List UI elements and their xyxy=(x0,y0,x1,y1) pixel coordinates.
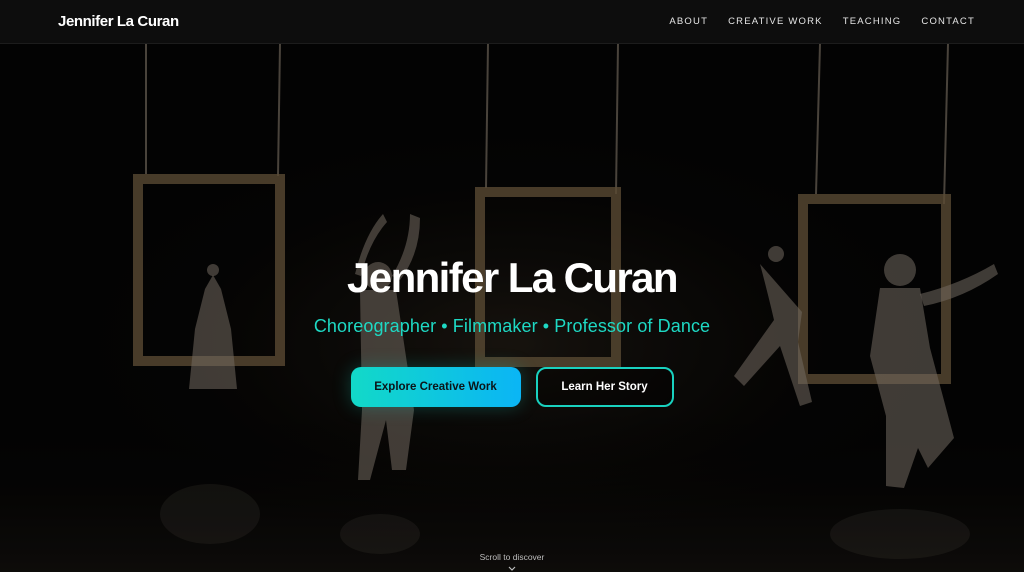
explore-creative-work-button[interactable]: Explore Creative Work xyxy=(350,367,521,407)
scroll-hint-text: Scroll to discover xyxy=(479,552,545,562)
nav-link-teaching[interactable]: TEACHING xyxy=(843,16,902,27)
main-nav: ABOUT CREATIVE WORK TEACHING CONTACT xyxy=(669,16,975,27)
chevron-down-icon[interactable] xyxy=(508,566,516,572)
hero-subtitle: Choreographer • Filmmaker • Professor of… xyxy=(313,316,711,336)
learn-her-story-button[interactable]: Learn Her Story xyxy=(535,367,674,407)
hero-content: Jennifer La Curan Choreographer • Filmma… xyxy=(0,252,1024,407)
nav-link-about[interactable]: ABOUT xyxy=(669,16,708,27)
site-header: Jennifer La Curan ABOUT CREATIVE WORK TE… xyxy=(0,0,1024,44)
brand-logo[interactable]: Jennifer La Curan xyxy=(58,13,179,30)
hero-title: Jennifer La Curan xyxy=(347,254,678,301)
nav-link-contact[interactable]: CONTACT xyxy=(921,16,975,27)
nav-link-creative-work[interactable]: CREATIVE WORK xyxy=(728,16,823,27)
hero-buttons: Explore Creative Work Learn Her Story xyxy=(0,367,1024,407)
hero-section: Jennifer La Curan Choreographer • Filmma… xyxy=(0,44,1024,572)
